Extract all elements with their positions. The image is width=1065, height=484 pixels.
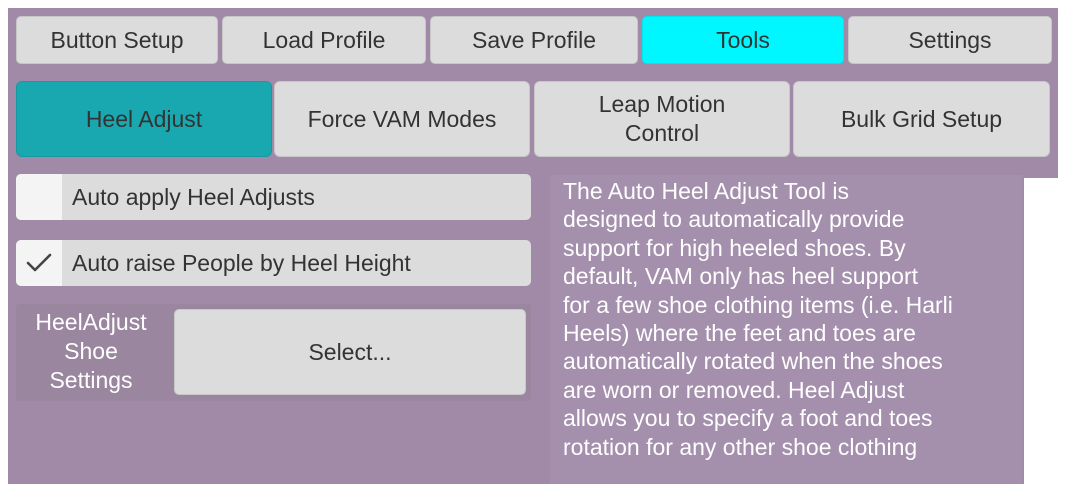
subtab-leap-motion-label-line1: Leap Motion xyxy=(598,91,726,117)
subtab-heel-adjust[interactable]: Heel Adjust xyxy=(16,81,272,157)
check-icon xyxy=(26,253,52,272)
description-line: are worn or removed. Heel Adjust xyxy=(563,376,905,403)
description-line: allows you to specify a foot and toes xyxy=(563,405,933,432)
description-scrollbar[interactable] xyxy=(1024,178,1058,484)
tab-button-setup[interactable]: Button Setup xyxy=(16,16,218,64)
tab-load-profile[interactable]: Load Profile xyxy=(222,16,426,64)
subtab-bulk-grid-setup[interactable]: Bulk Grid Setup xyxy=(793,81,1050,157)
description-line: default, VAM only has heel support xyxy=(563,263,919,290)
description-line: designed to automatically provide xyxy=(563,206,905,233)
shoe-settings-label-line2: Shoe xyxy=(64,338,118,364)
auto-raise-label: Auto raise People by Heel Height xyxy=(72,250,411,276)
shoe-settings-label: HeelAdjust Shoe Settings xyxy=(16,308,166,395)
description-line: support for high heeled shoes. By xyxy=(563,234,906,261)
subtab-force-vam-modes[interactable]: Force VAM Modes xyxy=(274,81,530,157)
tab-save-profile[interactable]: Save Profile xyxy=(430,16,638,64)
heel-adjust-description: The Auto Heel Adjust Tool is designed to… xyxy=(550,175,1022,484)
shoe-select-button[interactable]: Select... xyxy=(174,309,526,395)
description-line: Heels) where the feet and toes are xyxy=(563,320,916,347)
shoe-settings-label-line3: Settings xyxy=(49,367,133,393)
auto-apply-heel-adjusts-toggle[interactable]: Auto apply Heel Adjusts xyxy=(16,174,531,220)
description-line: for a few shoe clothing items (i.e. Harl… xyxy=(563,291,953,318)
description-line: automatically rotated when the shoes xyxy=(563,348,943,375)
description-line: The Auto Heel Adjust Tool is xyxy=(563,178,849,204)
tab-tools[interactable]: Tools xyxy=(642,16,844,64)
auto-apply-label: Auto apply Heel Adjusts xyxy=(72,184,315,210)
auto-apply-checkbox[interactable] xyxy=(16,174,62,220)
auto-raise-people-toggle[interactable]: Auto raise People by Heel Height xyxy=(16,240,531,286)
shoe-settings-group: HeelAdjust Shoe Settings Select... xyxy=(16,304,531,401)
tab-settings[interactable]: Settings xyxy=(848,16,1052,64)
tools-panel: Button Setup Load Profile Save Profile T… xyxy=(8,8,1058,484)
subtab-leap-motion-label-line2: Control xyxy=(624,120,700,146)
shoe-settings-label-line1: HeelAdjust xyxy=(35,309,147,335)
auto-raise-checkbox[interactable] xyxy=(16,240,62,286)
subtab-leap-motion-control[interactable]: Leap Motion Control xyxy=(534,81,790,157)
subtab-leap-motion-label: Leap Motion Control xyxy=(599,90,726,148)
description-line: rotation for any other shoe clothing xyxy=(563,433,918,460)
